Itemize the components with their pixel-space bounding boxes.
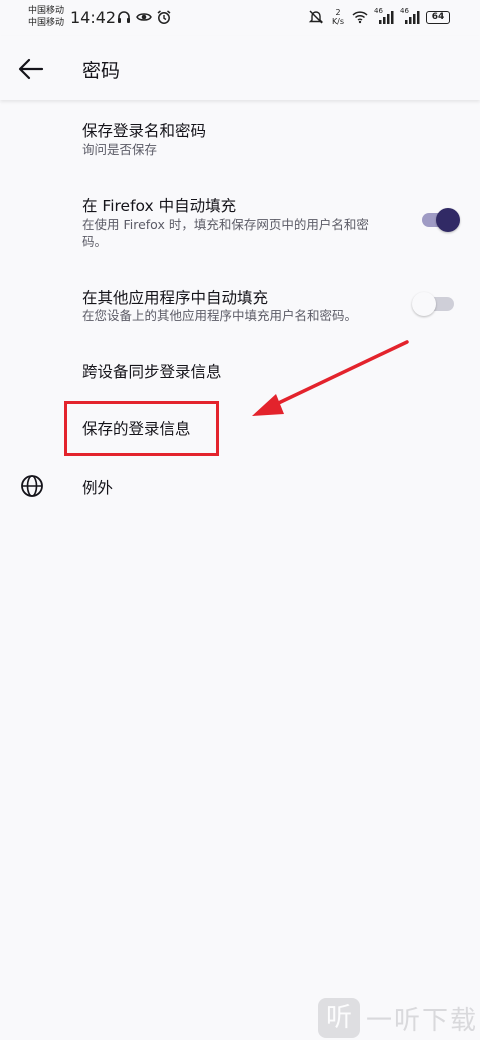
alarm-icon bbox=[157, 10, 171, 24]
eye-icon bbox=[136, 13, 152, 21]
app-bar: 密码 bbox=[0, 36, 480, 100]
annotation-highlight-box bbox=[64, 401, 219, 456]
battery-icon: 64 bbox=[426, 10, 450, 24]
setting-subtitle: 询问是否保存 bbox=[82, 142, 158, 157]
autofill-firefox-toggle[interactable] bbox=[420, 208, 460, 232]
page-title: 密码 bbox=[82, 60, 121, 82]
watermark: 听 一听下载 bbox=[318, 998, 478, 1038]
toggle-thumb bbox=[412, 292, 436, 316]
signal-icon bbox=[405, 11, 420, 24]
toggle-thumb bbox=[436, 208, 460, 232]
carrier-2: 中国移动 bbox=[28, 18, 65, 28]
setting-title: 在 Firefox 中自动填充 bbox=[82, 197, 237, 215]
watermark-logo: 听 bbox=[318, 998, 360, 1038]
wifi-icon bbox=[352, 11, 368, 24]
carrier-labels: 中国移动 中国移动 bbox=[28, 5, 64, 29]
setting-title: 在其他应用程序中自动填充 bbox=[82, 289, 269, 307]
setting-autofill-firefox[interactable]: 在 Firefox 中自动填充 在使用 Firefox 时，填充和保存网页中的用… bbox=[0, 182, 480, 258]
setting-subtitle: 在使用 Firefox 时，填充和保存网页中的用户名和密码。 bbox=[82, 217, 369, 249]
mute-icon bbox=[308, 10, 324, 24]
setting-save-logins[interactable]: 保存登录名和密码 询问是否保存 bbox=[0, 106, 480, 168]
setting-title: 例外 bbox=[82, 479, 114, 497]
setting-title: 跨设备同步登录信息 bbox=[82, 363, 222, 381]
autofill-other-apps-toggle[interactable] bbox=[412, 292, 454, 316]
setting-autofill-other-apps[interactable]: 在其他应用程序中自动填充 在您设备上的其他应用程序中填充用户名和密码。 bbox=[0, 274, 480, 334]
setting-title: 保存登录名和密码 bbox=[82, 122, 207, 140]
arrow-left-icon[interactable] bbox=[16, 54, 46, 84]
annotation-arrow-icon bbox=[252, 340, 409, 416]
net-speed: 2 K/s bbox=[331, 8, 345, 26]
carrier-1: 中国移动 bbox=[28, 6, 65, 16]
signal-2: 46 bbox=[400, 7, 420, 25]
setting-exceptions[interactable]: 例外 bbox=[0, 464, 480, 510]
watermark-text: 一听下载 bbox=[366, 1005, 479, 1036]
signal-1: 46 bbox=[374, 7, 394, 25]
signal-icon bbox=[379, 11, 394, 24]
status-time: 14:42 bbox=[70, 8, 117, 27]
setting-subtitle: 在您设备上的其他应用程序中填充用户名和密码。 bbox=[82, 308, 358, 323]
status-bar: 中国移动 中国移动 14:42 2 K/s 46 46 64 bbox=[0, 0, 480, 36]
headset-icon bbox=[118, 11, 130, 23]
globe-icon bbox=[21, 475, 43, 497]
